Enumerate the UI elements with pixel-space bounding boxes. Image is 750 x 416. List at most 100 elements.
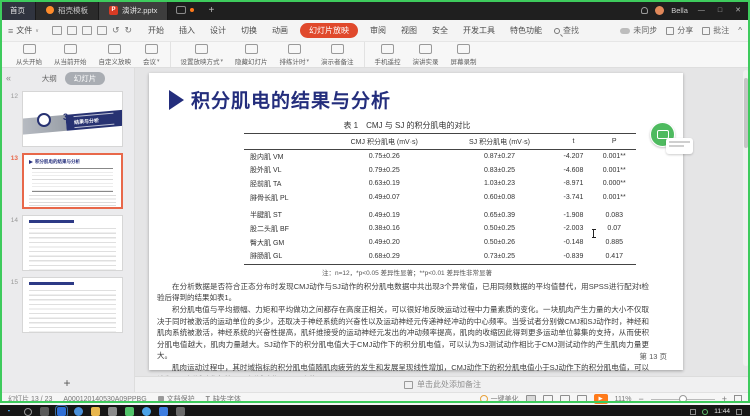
avatar[interactable]	[655, 6, 664, 15]
maximize-button[interactable]: □	[715, 7, 725, 14]
reading-view-button[interactable]	[560, 395, 570, 403]
preview-icon[interactable]	[82, 26, 92, 35]
play-from-current-button[interactable]: 从当前开始	[48, 42, 93, 67]
slide-canvas[interactable]: 积分肌电的结果与分析 表 1 CMJ 与 SJ 的积分肌电的对比 CMJ 积分肌…	[135, 68, 750, 376]
quick-access-toolbar: ↺ ↻	[48, 25, 136, 36]
slide[interactable]: 积分肌电的结果与分析 表 1 CMJ 与 SJ 的积分肌电的对比 CMJ 积分肌…	[149, 73, 683, 370]
meeting-button[interactable]: 会议▾	[137, 42, 166, 67]
floating-service-widget[interactable]	[650, 122, 694, 156]
share-button[interactable]: 分享	[666, 25, 693, 36]
hide-slide-button[interactable]: 隐藏幻灯片	[229, 42, 274, 67]
custom-show-button[interactable]: 自定义放映	[93, 42, 138, 67]
slide-sorter-view-button[interactable]	[543, 395, 553, 403]
taskbar-app-browser[interactable]	[74, 407, 83, 416]
zoom-in-button[interactable]: +	[722, 394, 727, 404]
new-tab-button[interactable]: +	[204, 5, 218, 16]
meeting-icon	[145, 44, 158, 54]
comment-button[interactable]: 批注	[702, 25, 729, 36]
menu-item-review[interactable]: 审阅	[367, 24, 389, 37]
paragraph: 肌肉运动过程中，其时域指标的积分肌电值随肌肉疲劳的发生和发展呈现线性增加，CMJ…	[157, 362, 649, 376]
table-row: 腓肠肌 GL0.68±0.290.73±0.25-0.8390.417	[244, 249, 636, 264]
scrollbar-thumb[interactable]	[744, 78, 748, 148]
slide-number: 14	[2, 215, 18, 271]
notes-view-button[interactable]	[577, 395, 587, 403]
tray-hidden-icons[interactable]	[690, 409, 696, 415]
search-icon	[554, 28, 560, 34]
tab-document[interactable]: P 演讲2.pptx	[99, 0, 168, 20]
menu-item-devtools[interactable]: 开发工具	[460, 24, 498, 37]
minimize-button[interactable]: —	[695, 7, 708, 14]
slide-body-text[interactable]: 在分析数据是否符合正态分布时发现CMJ动作与SJ动作的积分肌电数据中共出现3个异…	[157, 281, 649, 376]
table-row: 胫前肌 TA0.63±0.191.03±0.23-8.9710.000**	[244, 177, 636, 191]
menu-item-slideshow[interactable]: 幻灯片放映	[300, 23, 358, 38]
document-protect-button[interactable]: 文档保护	[158, 394, 195, 404]
save-icon[interactable]	[52, 26, 62, 35]
zoom-slider-knob[interactable]	[679, 395, 687, 403]
slide-number: 13	[2, 153, 18, 209]
missing-font-warning[interactable]: T 缺失字体	[206, 394, 241, 404]
rehearse-timing-button[interactable]: 排练计时▾	[274, 42, 316, 67]
menu-item-design[interactable]: 设计	[207, 24, 229, 37]
sync-status[interactable]: 未同步	[620, 25, 657, 36]
beautify-button[interactable]: 一键美化	[480, 394, 519, 404]
menu-item-start[interactable]: 开始	[145, 24, 167, 37]
play-from-start-button[interactable]: 从头开始	[10, 42, 48, 67]
menu-item-view[interactable]: 视图	[398, 24, 420, 37]
bell-icon[interactable]	[641, 7, 648, 14]
zoom-out-button[interactable]: −	[638, 394, 643, 404]
collapse-panel-icon[interactable]: «	[6, 73, 11, 83]
taskbar-app-dingtalk[interactable]	[159, 407, 168, 416]
clock[interactable]: 11:44	[714, 408, 730, 415]
taskbar-app-qq[interactable]	[142, 407, 151, 416]
screen-record-button[interactable]: 屏幕录制	[445, 42, 483, 67]
taskbar-app-settings[interactable]	[108, 407, 117, 416]
taskbar-app-wps[interactable]	[57, 407, 66, 416]
add-slide-button[interactable]: +	[0, 374, 134, 392]
export-icon[interactable]	[97, 26, 107, 35]
notification-center-icon[interactable]	[736, 409, 742, 415]
slide-thumbnail-15[interactable]	[22, 277, 123, 333]
start-button[interactable]	[8, 410, 12, 414]
notes-bar[interactable]: 单击此处添加备注	[135, 376, 750, 392]
fullscreen-icon[interactable]	[734, 395, 742, 403]
slide-thumbnail-13-selected[interactable]: 积分肌电的结果与分析	[22, 153, 123, 209]
presenter-notes-button[interactable]: 演示者备注	[315, 42, 360, 67]
slide-thumbnail-14[interactable]	[22, 215, 123, 271]
setup-show-button[interactable]: 设置放映方式▾	[175, 42, 230, 67]
tab-docer[interactable]: 稻壳模板	[36, 0, 99, 20]
feedback-bubble-icon[interactable]	[176, 6, 186, 14]
file-menu[interactable]: ≡ 文件 ∨	[8, 25, 39, 36]
ribbon-collapse-icon[interactable]: ^	[738, 26, 742, 35]
tray-health-icon[interactable]	[702, 409, 708, 415]
taskbar-search-icon[interactable]	[24, 408, 32, 416]
menu-item-security[interactable]: 安全	[429, 24, 451, 37]
tab-outline[interactable]: 大纲	[42, 73, 57, 84]
normal-view-button[interactable]	[526, 395, 536, 403]
play-from-current-icon	[64, 44, 77, 54]
taskbar-app-folder[interactable]	[91, 407, 100, 416]
vertical-scrollbar[interactable]	[743, 70, 749, 366]
tab-slides[interactable]: 幻灯片	[65, 72, 106, 85]
taskbar-app-other[interactable]	[176, 407, 185, 416]
find-button[interactable]: 查找	[554, 25, 579, 36]
taskbar-app-wechat[interactable]	[125, 407, 134, 416]
tab-home[interactable]: 首页	[0, 0, 36, 20]
sync-label: 未同步	[633, 25, 657, 36]
phone-remote-button[interactable]: 手机遥控	[369, 42, 407, 67]
menu-item-features[interactable]: 特色功能	[507, 24, 545, 37]
close-button[interactable]: ✕	[732, 6, 744, 14]
slideshow-play-button[interactable]: ▶	[594, 394, 608, 404]
undo-icon[interactable]: ↺	[112, 25, 120, 36]
task-view-icon[interactable]	[40, 407, 49, 416]
menu-item-insert[interactable]: 插入	[176, 24, 198, 37]
redo-icon[interactable]: ↻	[124, 25, 132, 36]
menu-item-transition[interactable]: 切换	[238, 24, 260, 37]
user-name[interactable]: Bella	[671, 6, 688, 15]
print-icon[interactable]	[67, 26, 77, 35]
zoom-slider[interactable]	[651, 399, 715, 400]
slide-thumbnail-12[interactable]: 3 结果与分析	[22, 91, 123, 147]
menu-item-animation[interactable]: 动画	[269, 24, 291, 37]
lecture-record-button[interactable]: 演讲实录	[407, 42, 445, 67]
zoom-level[interactable]: 111%	[615, 396, 632, 403]
custom-show-icon	[108, 44, 121, 54]
